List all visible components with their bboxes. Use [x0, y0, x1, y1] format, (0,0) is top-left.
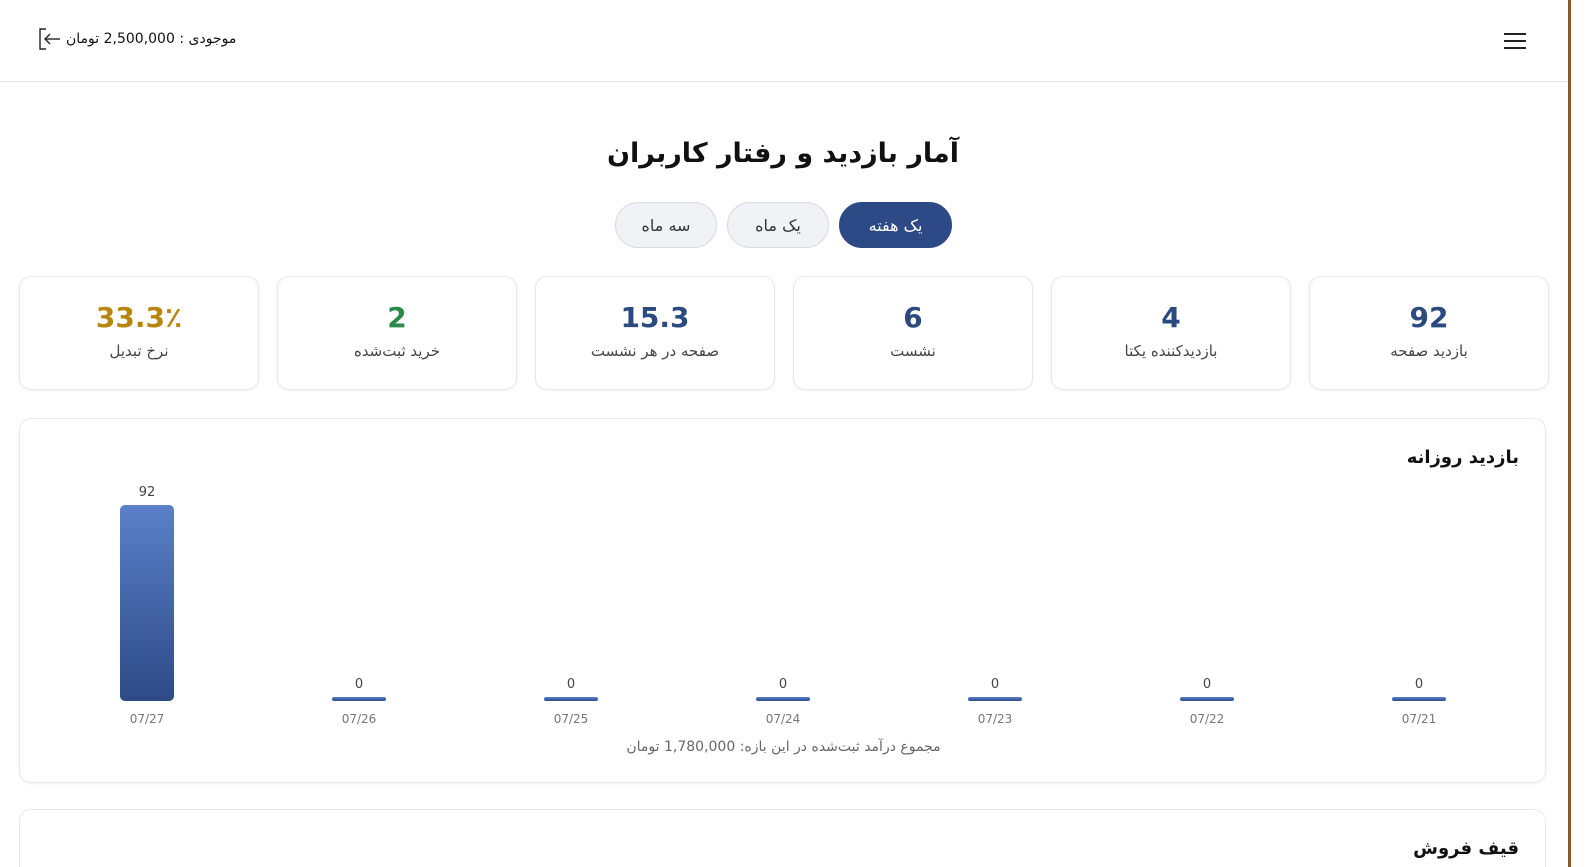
tab-one-month[interactable]: یک ماه	[727, 202, 829, 248]
balance-text: موجودی : 2,500,000 تومان	[66, 31, 237, 47]
stat-value: 33.3٪	[95, 301, 183, 334]
sales-funnel-card: قیف فروش	[19, 809, 1546, 867]
bar-value-label: 0	[779, 677, 787, 692]
category-label: 07/21	[1402, 712, 1437, 726]
chart-bar	[1392, 697, 1446, 701]
stat-label: بازدیدکننده یکتا	[1124, 342, 1218, 360]
bar-value-label: 0	[567, 677, 575, 692]
range-tabs: سه ماه یک ماه یک هفته	[615, 202, 952, 248]
chart-bar	[968, 697, 1022, 701]
logout-icon[interactable]	[36, 25, 64, 53]
funnel-title: قیف فروش	[1413, 838, 1519, 859]
stat-card-sessions: 6 نشست	[793, 276, 1033, 390]
chart-footer: مجموع درآمد ثبت‌شده در این بازه: 1,780,0…	[626, 739, 941, 755]
stat-card-conversion-rate: 33.3٪ نرخ تبدیل	[19, 276, 259, 390]
balance-display: موجودی : 2,500,000 تومان	[36, 24, 236, 54]
category-label: 07/24	[766, 712, 801, 726]
top-bar: موجودی : 2,500,000 تومان	[0, 0, 1568, 82]
chart-bar	[756, 697, 810, 701]
chart-bar	[120, 505, 174, 701]
stat-card-purchases: 2 خرید ثبت‌شده	[277, 276, 517, 390]
stat-label: خرید ثبت‌شده	[353, 342, 441, 360]
bar-value-label: 0	[1203, 677, 1211, 692]
chart-bar	[1180, 697, 1234, 701]
stat-label: بازدید صفحه	[1390, 342, 1468, 360]
stat-value: 6	[903, 301, 923, 334]
bar-value-label: 0	[1415, 677, 1423, 692]
daily-visits-card: بازدید روزانه 92 07/27 0 07/26 0 07/25 0 07/24 0…	[19, 418, 1546, 783]
scrollbar-rail[interactable]	[1568, 0, 1571, 867]
category-label: 07/25	[554, 712, 589, 726]
stat-card-unique-visitors: 4 بازدیدکننده یکتا	[1051, 276, 1291, 390]
stat-label: نرخ تبدیل	[109, 342, 169, 360]
stat-label: نشست	[890, 342, 936, 360]
category-label: 07/23	[978, 712, 1013, 726]
stats-row: 33.3٪ نرخ تبدیل 2 خرید ثبت‌شده 15.3 صفحه…	[19, 276, 1549, 390]
stat-value: 2	[387, 301, 407, 334]
page-title: آمار بازدید و رفتار کاربران	[607, 138, 959, 169]
stat-value: 15.3	[620, 301, 690, 334]
hamburger-menu-icon[interactable]	[1500, 26, 1530, 56]
bar-value-label: 0	[355, 677, 363, 692]
category-label: 07/27	[130, 712, 165, 726]
category-label: 07/26	[342, 712, 377, 726]
chart-bar	[332, 697, 386, 701]
tab-one-week[interactable]: یک هفته	[839, 202, 952, 248]
stat-card-pages-per-session: 15.3 صفحه در هر نشست	[535, 276, 775, 390]
scrollbar[interactable]	[1568, 0, 1592, 867]
chart-bar	[544, 697, 598, 701]
stat-value: 4	[1161, 301, 1181, 334]
bar-value-label: 92	[139, 485, 156, 500]
bar-value-label: 0	[991, 677, 999, 692]
category-label: 07/22	[1190, 712, 1225, 726]
daily-visits-chart: 92 07/27 0 07/26 0 07/25 0 07/24 0 07/23 0 07/22 0 07…	[120, 485, 1446, 726]
stat-card-page-views: 92 بازدید صفحه	[1309, 276, 1549, 390]
tab-three-months[interactable]: سه ماه	[615, 202, 717, 248]
stat-label: صفحه در هر نشست	[590, 342, 720, 360]
stat-value: 92	[1409, 301, 1449, 334]
